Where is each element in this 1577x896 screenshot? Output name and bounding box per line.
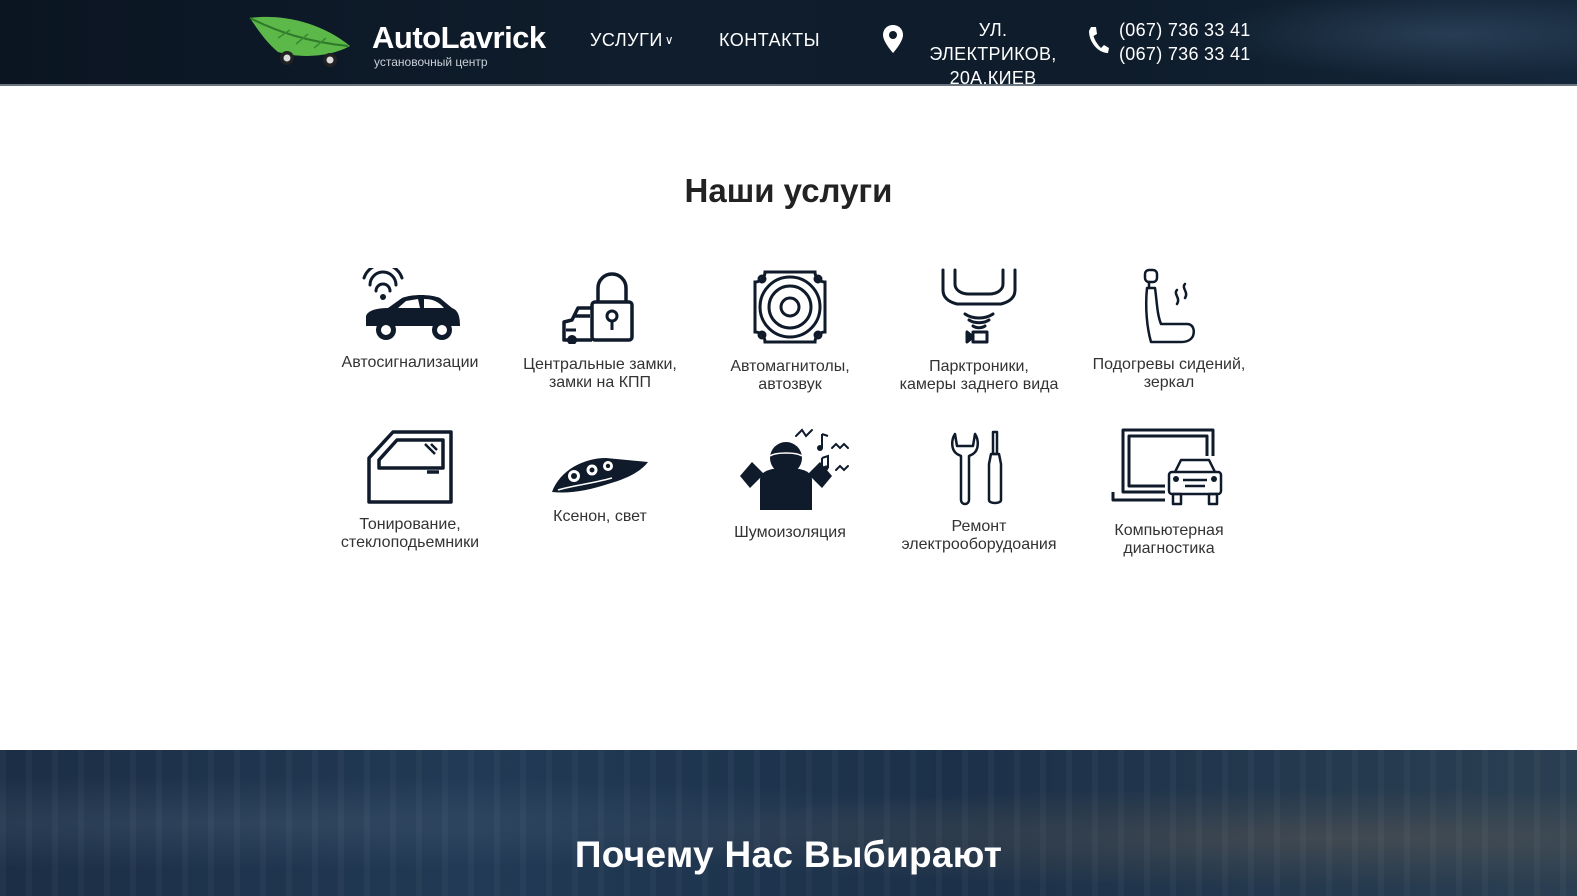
service-label: Подогревы сидений, зеркал	[1074, 356, 1264, 392]
computer-diagnostics-icon	[1111, 428, 1225, 506]
service-parking-sensors[interactable]: Парктроники, камеры заднего вида	[884, 266, 1074, 396]
banner-title: Почему Нас Выбирают	[574, 834, 1003, 875]
phone-link-2[interactable]: (067) 736 33 41	[1119, 42, 1251, 66]
nav-services[interactable]: УСЛУГИ ∨	[590, 30, 674, 51]
service-label-line-1: Автомагнитолы,	[730, 358, 850, 375]
logo-title: AutoLavrick	[372, 20, 546, 55]
site-header: AutoLavrick установочный центр УСЛУГИ ∨ К…	[0, 0, 1577, 86]
chevron-down-icon: ∨	[664, 33, 675, 47]
service-computer-diagnostics[interactable]: Компьютерная диагностика	[1074, 428, 1264, 558]
service-label-line-1: Компьютерная	[1114, 522, 1224, 539]
service-audio[interactable]: Автомагнитолы, автозвук	[695, 266, 885, 396]
location-pin-icon	[883, 25, 903, 53]
service-label: Ремонт электрооборудоания	[884, 518, 1074, 554]
service-label-line-2: электрооборудоания	[901, 536, 1057, 553]
parking-sensor-icon	[941, 268, 1017, 344]
service-noise-isolation[interactable]: Шумоизоляция	[695, 428, 885, 558]
nav-contacts[interactable]: КОНТАКТЫ	[719, 30, 820, 51]
service-label-line-1: Парктроники,	[929, 358, 1029, 375]
service-label: Автосигнализации	[341, 354, 479, 371]
phone-numbers: (067) 736 33 41 (067) 736 33 41	[1119, 18, 1251, 66]
service-car-alarm[interactable]: Автосигнализации	[315, 266, 505, 396]
service-label-line-2: зеркал	[1143, 374, 1195, 391]
services-title: Наши услуги	[684, 172, 893, 209]
logo[interactable]: AutoLavrick установочный центр	[248, 12, 548, 74]
service-label: Автомагнитолы, автозвук	[695, 358, 885, 394]
service-xenon[interactable]: Ксенон, свет	[505, 428, 695, 558]
service-label: Шумоизоляция	[734, 524, 846, 541]
service-label: Центральные замки, замки на КПП	[505, 356, 695, 392]
service-label-line-2: замки на КПП	[548, 374, 652, 391]
nav-services-label: УСЛУГИ	[590, 30, 663, 50]
service-central-locks[interactable]: Центральные замки, замки на КПП	[505, 266, 695, 396]
why-choose-us-banner: Почему Нас Выбирают	[0, 750, 1577, 896]
address-line-2: 20А,КИЕВ	[949, 68, 1037, 86]
service-label: Парктроники, камеры заднего вида	[884, 358, 1074, 394]
wrench-screwdriver-icon	[951, 430, 1003, 506]
speaker-icon	[753, 270, 827, 344]
service-electrical-repair[interactable]: Ремонт электрооборудоания	[884, 428, 1074, 558]
car-door-window-icon	[367, 430, 453, 504]
service-label: Тонирование, стеклоподьемники	[315, 516, 505, 552]
headlight-icon	[552, 458, 648, 493]
service-label: Ксенон, свет	[553, 508, 647, 525]
service-label-line-1: Тонирование,	[359, 516, 461, 533]
car-alarm-icon	[362, 268, 460, 340]
service-label-line-2: автозвук	[758, 376, 822, 393]
heated-seat-icon	[1143, 268, 1195, 344]
phone-icon	[1089, 27, 1109, 53]
service-label-line-2: диагностика	[1123, 540, 1215, 557]
logo-subtitle: установочный центр	[374, 55, 488, 69]
address: УЛ. ЭЛЕКТРИКОВ, 20А,КИЕВ	[914, 18, 1072, 86]
service-label-line-1: Центральные замки,	[523, 356, 677, 373]
service-label: Компьютерная диагностика	[1074, 522, 1264, 558]
service-label-line-1: Ремонт	[951, 518, 1007, 535]
service-label-line-1: Подогревы сидений,	[1092, 356, 1246, 373]
service-label-line-2: камеры заднего вида	[899, 376, 1059, 393]
car-lock-icon	[562, 272, 634, 344]
address-line-1: УЛ. ЭЛЕКТРИКОВ,	[929, 20, 1057, 64]
phone-link-1[interactable]: (067) 736 33 41	[1119, 18, 1251, 42]
service-tinting[interactable]: Тонирование, стеклоподьемники	[315, 428, 505, 558]
service-heated-seats[interactable]: Подогревы сидений, зеркал	[1074, 266, 1264, 396]
service-label-line-2: стеклоподьемники	[340, 534, 480, 551]
noise-isolation-icon	[740, 428, 849, 510]
leaf-car-logo-icon	[249, 16, 350, 67]
